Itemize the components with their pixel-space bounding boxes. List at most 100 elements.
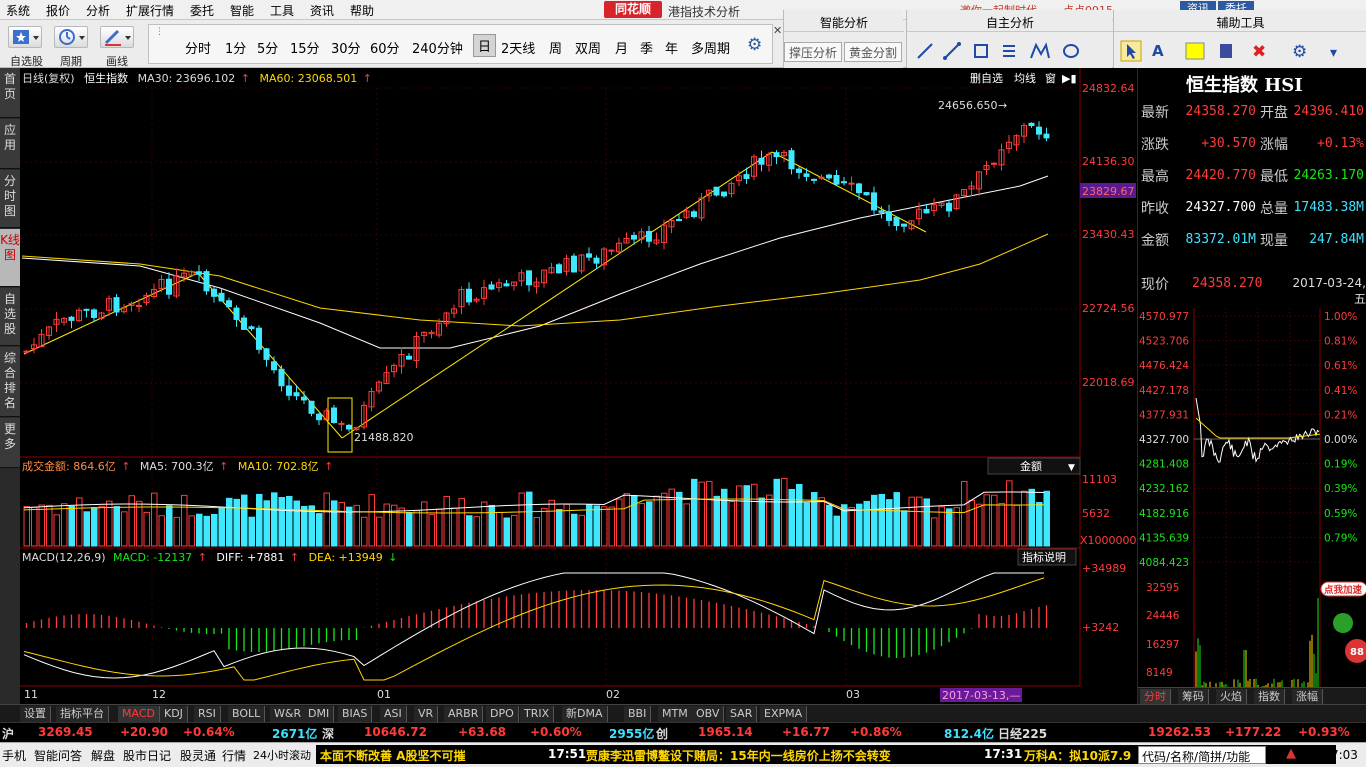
- indicator-tab-arbr[interactable]: ARBR: [444, 706, 484, 722]
- news-item-1[interactable]: 本面不断改善 A股坚不可摧: [320, 747, 465, 764]
- menu-analysis[interactable]: 分析: [86, 2, 110, 19]
- right-tab-2[interactable]: 火焰: [1216, 689, 1247, 705]
- sidebar-tab-timeshare[interactable]: 分时图: [0, 170, 20, 228]
- task-qa[interactable]: 智能问答: [34, 747, 82, 764]
- ellipse-tool-icon[interactable]: [1063, 44, 1079, 58]
- indicator-tab-kdj[interactable]: KDJ: [160, 706, 188, 722]
- delete-watch-button[interactable]: 删自选: [970, 72, 1003, 85]
- period-biweek[interactable]: 双周: [575, 38, 601, 57]
- sidebar-tab-home[interactable]: 首页: [0, 68, 20, 118]
- task-assistant[interactable]: 股灵通: [180, 747, 216, 764]
- intraday-pct-label: 0.79%: [1324, 532, 1357, 544]
- menu-tools[interactable]: 工具: [270, 2, 294, 19]
- indicator-tab-vr[interactable]: VR: [414, 706, 439, 722]
- task-mobile[interactable]: 手机: [2, 747, 26, 764]
- period-5min[interactable]: 5分: [257, 38, 278, 57]
- period-fenshi[interactable]: 分时: [185, 38, 211, 57]
- wave-tool-icon[interactable]: [1030, 42, 1050, 59]
- drawing-tool-button[interactable]: [100, 26, 134, 48]
- indicator-tab-rsi[interactable]: RSI: [194, 706, 221, 722]
- indicator-tab-bbi[interactable]: BBI: [624, 706, 652, 722]
- sidebar-tab-ranking[interactable]: 综合排名: [0, 347, 20, 417]
- period-1min[interactable]: 1分: [225, 38, 246, 57]
- settings-gear-icon[interactable]: ⚙: [1292, 42, 1307, 62]
- golden-section-button[interactable]: 黄金分割: [844, 42, 903, 62]
- indicator-tab-mtm[interactable]: MTM: [658, 706, 693, 722]
- period-week[interactable]: 周: [549, 38, 562, 57]
- indicator-tab-trix[interactable]: TRIX: [520, 706, 555, 722]
- period-60min[interactable]: 60分: [370, 38, 400, 57]
- indicator-tab-boll[interactable]: BOLL: [228, 706, 266, 722]
- alert-icon[interactable]: ▲: [1286, 746, 1296, 761]
- sidebar-tab-apps[interactable]: 应用: [0, 119, 20, 169]
- task-commentary[interactable]: 解盘: [91, 747, 115, 764]
- indicator-tab-wr[interactable]: W&R: [270, 706, 307, 722]
- indicator-tab-dpo[interactable]: DPO: [486, 706, 519, 722]
- indicator-tab-dmi[interactable]: DMI: [304, 706, 335, 722]
- indicator-tab-sar[interactable]: SAR: [726, 706, 758, 722]
- indicator-tab-bias[interactable]: BIAS: [338, 706, 373, 722]
- watchlist-tool-button[interactable]: [8, 26, 42, 48]
- candle-body: [676, 219, 682, 222]
- period-year[interactable]: 年: [665, 38, 678, 57]
- task-scroll-news[interactable]: 24小时滚动: [253, 747, 311, 763]
- period-240min[interactable]: 240分钟: [412, 38, 463, 57]
- period-close-icon[interactable]: ✕: [773, 24, 782, 37]
- menu-news[interactable]: 资讯: [310, 2, 334, 19]
- task-quote[interactable]: 行情: [222, 747, 246, 764]
- period-quarter[interactable]: 季: [640, 38, 653, 57]
- sidebar-tab-kline[interactable]: K线图: [0, 229, 20, 287]
- period-month[interactable]: 月: [615, 38, 628, 57]
- rect-tool-icon[interactable]: [974, 44, 988, 58]
- menu-help[interactable]: 帮助: [350, 2, 374, 19]
- menu-smart[interactable]: 智能: [230, 2, 254, 19]
- delete-icon[interactable]: ✖: [1252, 42, 1266, 62]
- period-tool-button[interactable]: [54, 26, 88, 48]
- window-button[interactable]: 窗: [1045, 71, 1056, 85]
- ma-button[interactable]: 均线: [1014, 71, 1036, 85]
- speed-up-badge[interactable]: 点我加速: [1320, 581, 1366, 597]
- mascot-icon[interactable]: [1333, 613, 1353, 633]
- sidebar-tab-more[interactable]: 更多: [0, 418, 20, 468]
- period-30min[interactable]: 30分: [331, 38, 361, 57]
- indicator-tab-obv[interactable]: OBV: [692, 706, 725, 722]
- news-item-3[interactable]: 万科A：拟10派7.9: [1024, 747, 1131, 764]
- sidebar-tab-watchlist[interactable]: 自选股: [0, 288, 20, 346]
- ray-tool-icon[interactable]: [943, 42, 961, 60]
- right-tab-1[interactable]: 筹码: [1178, 689, 1209, 705]
- right-tab-0[interactable]: 分时: [1140, 689, 1171, 705]
- period-settings-gear-icon[interactable]: ⚙: [747, 35, 762, 55]
- expand-arrow-icon[interactable]: ▶▮: [1062, 72, 1077, 85]
- news-item-2[interactable]: 贾康李迅雷博鳌设下赌局：15年内一线房价上扬不会转变: [586, 747, 891, 764]
- indicator-tab-macd[interactable]: MACD: [118, 706, 160, 722]
- date-cursor-label: 2017-03-13,—: [942, 689, 1020, 702]
- menu-extended-quote[interactable]: 扩展行情: [126, 2, 174, 19]
- indicator-tab-dma[interactable]: 新DMA: [562, 706, 608, 722]
- indicator-tab-expma[interactable]: EXPMA: [760, 706, 808, 722]
- support-resistance-button[interactable]: 撑压分析: [784, 42, 843, 62]
- kline-chart-area[interactable]: 日线(复权) 恒生指数 MA30: 23696.102 ↑ MA60: 2306…: [20, 68, 1136, 705]
- menu-system[interactable]: 系统: [6, 2, 30, 19]
- indicator-tab-asi[interactable]: ASI: [380, 706, 407, 722]
- period-day[interactable]: 日: [473, 34, 497, 57]
- channel-tool-icon[interactable]: [1003, 45, 1015, 57]
- candle-body: [1043, 133, 1050, 139]
- color-fill-icon[interactable]: [1185, 42, 1205, 60]
- text-tool-icon[interactable]: A: [1152, 42, 1164, 60]
- intraday-chart[interactable]: 4570.977 1.00% 4523.706 0.81% 4476.424 0.61% 4…: [1138, 298, 1366, 702]
- search-input[interactable]: 代码/名称/简拼/功能: [1138, 746, 1266, 764]
- right-tab-3[interactable]: 指数: [1254, 689, 1285, 705]
- task-diary[interactable]: 股市日记: [123, 747, 171, 764]
- period-2day[interactable]: 2天线: [501, 38, 535, 57]
- indicator-tab-[interactable]: 设置: [20, 706, 51, 722]
- menu-quote[interactable]: 报价: [46, 2, 70, 19]
- more-icon[interactable]: ▾: [1330, 45, 1337, 61]
- menu-trade[interactable]: 委托: [190, 2, 214, 19]
- line-tool-icon[interactable]: [917, 43, 933, 59]
- right-tab-4[interactable]: 涨幅: [1292, 689, 1323, 705]
- period-15min[interactable]: 15分: [290, 38, 320, 57]
- save-icon[interactable]: [1220, 44, 1232, 58]
- indicator-tab-[interactable]: 指标平台: [56, 706, 109, 722]
- ma30-label: MA30: 23696.102: [138, 72, 236, 85]
- period-multi[interactable]: 多周期: [691, 38, 730, 57]
